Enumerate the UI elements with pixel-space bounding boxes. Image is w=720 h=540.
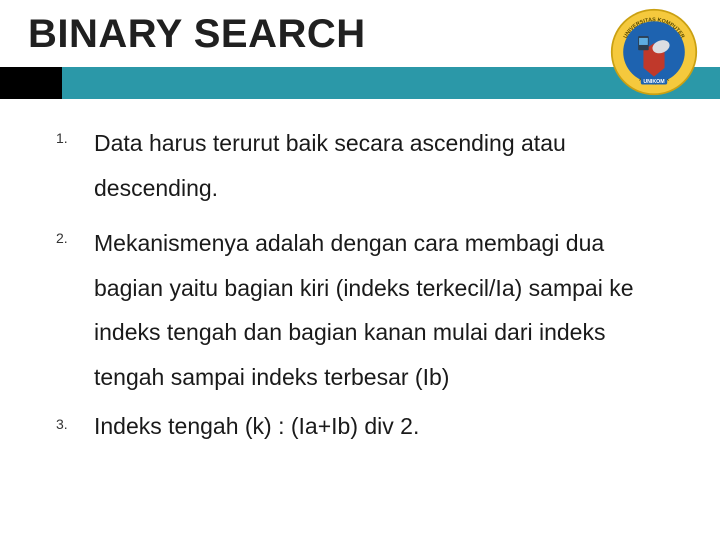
- list-text: Mekanismenya adalah dengan cara membagi …: [94, 221, 670, 400]
- slide: BINARY SEARCH UNIVERSITAS KOMPUTER INDON…: [0, 0, 720, 540]
- content-area: 1. Data harus terurut baik secara ascend…: [0, 99, 720, 442]
- list-number: 2.: [56, 221, 94, 246]
- list-text: Indeks tengah (k) : (Ia+Ib) div 2.: [94, 410, 419, 442]
- logo-name: UNIKOM: [643, 79, 665, 85]
- list-number: 3.: [56, 410, 94, 432]
- list-number: 1.: [56, 121, 94, 146]
- accent-black-segment: [0, 67, 62, 99]
- list-item: 2. Mekanismenya adalah dengan cara memba…: [56, 221, 670, 400]
- logo-badge-icon: UNIVERSITAS KOMPUTER INDONESIA UNIKOM: [610, 8, 698, 96]
- list-text: Data harus terurut baik secara ascending…: [94, 121, 670, 211]
- list-item: 3. Indeks tengah (k) : (Ia+Ib) div 2.: [56, 410, 670, 442]
- list-item: 1. Data harus terurut baik secara ascend…: [56, 121, 670, 211]
- university-logo: UNIVERSITAS KOMPUTER INDONESIA UNIKOM: [610, 8, 698, 96]
